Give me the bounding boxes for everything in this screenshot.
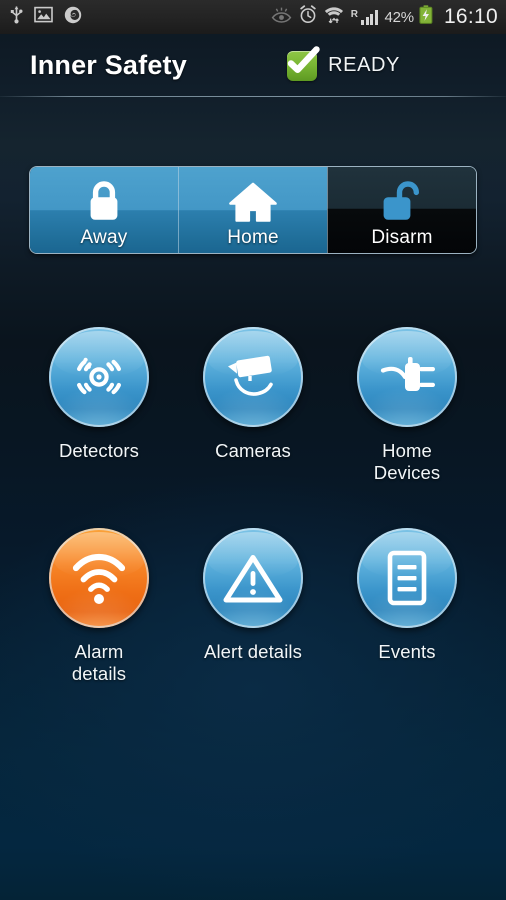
tile-detectors[interactable]: Detectors (22, 327, 176, 484)
events-bubble (357, 528, 457, 628)
battery-percent-label: 42% (384, 8, 415, 26)
alarm-details-bubble (49, 528, 149, 628)
mode-label-home: Home (227, 227, 279, 248)
tile-label-detectors: Detectors (58, 440, 140, 461)
mode-label-away: Away (80, 227, 128, 248)
tile-label-cameras: Cameras (215, 440, 291, 461)
tile-home-devices[interactable]: Home Devices (330, 327, 484, 484)
status-bar-system-icons: R 42% 16:10 (271, 5, 498, 29)
signal-bars-icon (361, 9, 378, 25)
mode-label-disarm: Disarm (371, 227, 433, 248)
status-badge: READY (328, 54, 400, 76)
siren-waves-icon (72, 553, 126, 604)
mode-button-home[interactable]: Home (178, 167, 327, 253)
page-title: Inner Safety (30, 50, 187, 80)
tile-label-home-devices: Home Devices (373, 440, 441, 483)
mode-button-disarm[interactable]: Disarm (327, 167, 476, 253)
roaming-indicator: R (350, 9, 358, 20)
closed-padlock-icon (83, 178, 125, 225)
arm-mode-selector-wrap: Away Home Disarm (0, 97, 506, 254)
house-icon (228, 178, 278, 225)
alert-details-bubble (203, 528, 303, 628)
app-header: Inner Safety READY (0, 34, 506, 97)
tile-cameras[interactable]: Cameras (176, 327, 330, 484)
wifi-icon (324, 6, 344, 29)
status-bar-notification-icons (10, 5, 82, 29)
tile-alarm-details[interactable]: Alarm details (22, 528, 176, 685)
detectors-bubble (49, 327, 149, 427)
tile-label-alert-details: Alert details (204, 641, 302, 662)
smart-stay-eye-icon (271, 7, 292, 28)
mode-button-away[interactable]: Away (30, 167, 178, 253)
tile-label-events: Events (378, 641, 436, 662)
green-check-badge-icon (287, 45, 320, 81)
arm-mode-selector[interactable]: Away Home Disarm (29, 166, 477, 254)
cameras-bubble (203, 327, 303, 427)
power-plug-icon (380, 357, 435, 391)
open-padlock-icon (379, 178, 425, 225)
alarm-clock-icon (299, 5, 317, 29)
gallery-image-icon (34, 6, 53, 28)
status-bar-clock: 16:10 (443, 5, 498, 28)
security-camera-icon (228, 355, 273, 396)
battery-charging-icon (419, 5, 433, 29)
motion-detector-icon (77, 357, 121, 395)
firefox-browser-icon (64, 6, 82, 29)
tile-events[interactable]: Events (330, 528, 484, 685)
tile-label-alarm-details: Alarm details (71, 641, 127, 684)
usb-icon (10, 5, 23, 29)
document-list-icon (387, 550, 427, 606)
system-status-badge: READY (287, 45, 488, 81)
feature-grid: Detectors Cameras Home Devices Alarm det… (0, 254, 506, 685)
android-status-bar[interactable]: R 42% 16:10 (0, 0, 506, 34)
home-devices-bubble (357, 327, 457, 427)
warning-triangle-icon (223, 555, 283, 603)
tile-alert-details[interactable]: Alert details (176, 528, 330, 685)
phone-screen: R 42% 16:10 Inner Safety READY Away Home… (0, 0, 506, 900)
